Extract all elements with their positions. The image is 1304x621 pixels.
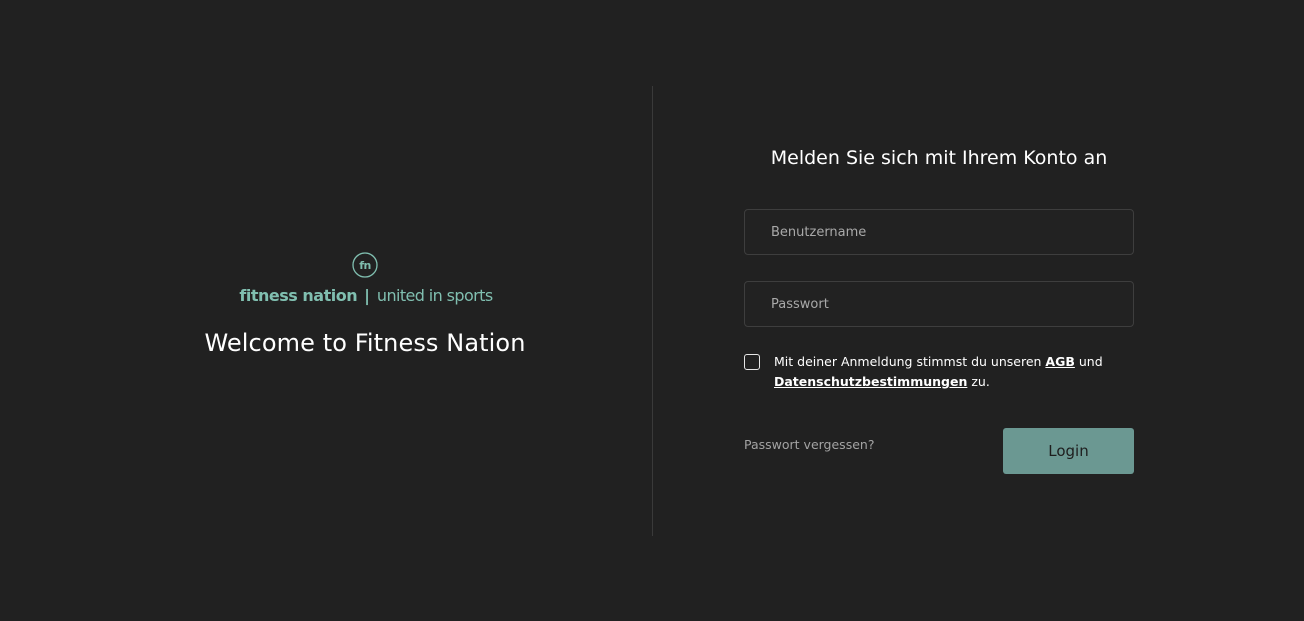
brand-name: fitness nation	[239, 286, 358, 305]
login-button[interactable]: Login	[1003, 428, 1134, 474]
privacy-policy-link[interactable]: Datenschutzbestimmungen	[774, 374, 967, 389]
username-input[interactable]	[744, 209, 1134, 255]
fn-logo-icon: fn	[352, 252, 378, 278]
agb-link[interactable]: AGB	[1045, 354, 1074, 369]
branding-panel: fn fitness nation | united in sports Welco…	[0, 0, 652, 621]
terms-text-after: zu.	[967, 374, 990, 389]
terms-text-middle: und	[1074, 354, 1103, 369]
brand-tagline: united in sports	[376, 286, 493, 305]
terms-text-before: Mit deiner Anmeldung stimmst du unseren	[774, 354, 1046, 369]
logo-mark-text: fn	[359, 259, 371, 272]
welcome-heading: Welcome to Fitness Nation	[204, 329, 526, 357]
forgot-password-link[interactable]: Passwort vergessen?	[744, 436, 874, 454]
password-input[interactable]	[744, 281, 1134, 327]
brand-separator: |	[364, 286, 370, 305]
terms-text: Mit deiner Anmeldung stimmst du unseren …	[774, 352, 1144, 392]
panel-divider	[652, 86, 653, 536]
terms-checkbox[interactable]	[744, 354, 760, 370]
login-page: fn fitness nation | united in sports Welco…	[0, 0, 1304, 621]
login-title: Melden Sie sich mit Ihrem Konto an	[770, 147, 1108, 169]
brand-logo: fitness nation | united in sports	[0, 285, 732, 307]
